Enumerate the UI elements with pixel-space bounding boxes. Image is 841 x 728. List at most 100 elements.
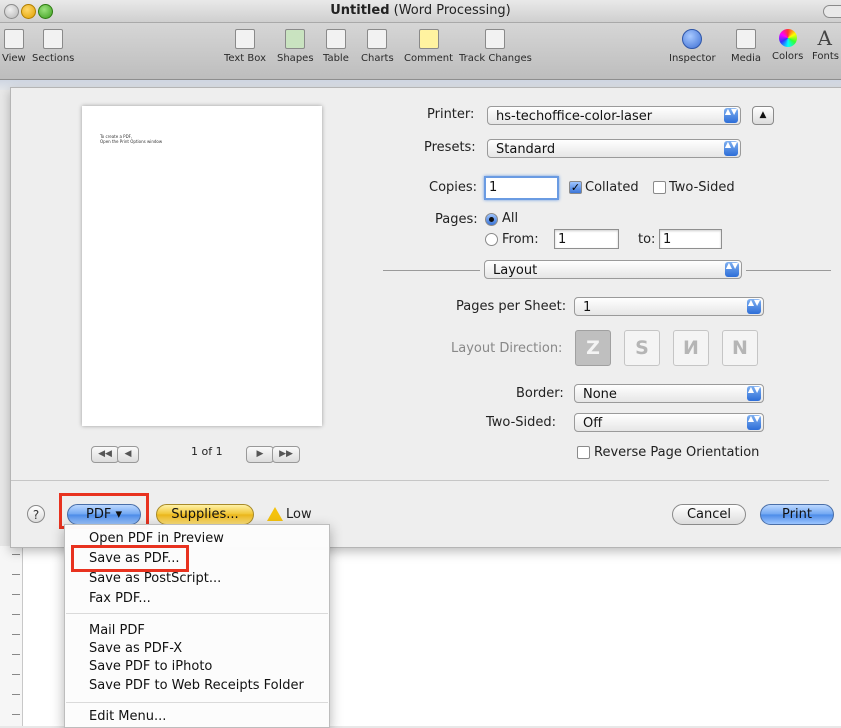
section-divider-right bbox=[746, 270, 831, 271]
copies-label: Copies: bbox=[429, 180, 478, 195]
low-supply-label: Low bbox=[286, 507, 312, 522]
collated-checkbox[interactable]: ✓ bbox=[569, 181, 582, 194]
toolbar-fonts-label: Fonts bbox=[812, 51, 839, 62]
layout-direction-n-icon[interactable]: N bbox=[722, 330, 758, 366]
pages-from-label: From: bbox=[502, 232, 539, 247]
presets-label: Presets: bbox=[424, 140, 476, 155]
layout-direction-s-icon[interactable]: S bbox=[624, 330, 660, 366]
presets-popup[interactable]: Standard ▲▼ bbox=[487, 139, 741, 158]
pages-to-label: to: bbox=[638, 232, 656, 247]
toolbar-sections[interactable]: Sections bbox=[32, 29, 74, 64]
colors-icon bbox=[778, 29, 797, 47]
ruler-tick bbox=[12, 614, 20, 615]
ruler-tick bbox=[12, 694, 20, 695]
media-icon bbox=[736, 29, 757, 49]
previous-page-button[interactable]: ◀ bbox=[117, 446, 139, 463]
last-page-button[interactable]: ▶▶ bbox=[272, 446, 300, 463]
ruler-tick bbox=[12, 714, 20, 715]
section-value: Layout bbox=[493, 263, 538, 278]
toolbar-charts[interactable]: Charts bbox=[361, 29, 394, 64]
preview-text: To create a PDF, Open the Print Options … bbox=[100, 134, 162, 144]
pages-all-label: All bbox=[502, 211, 519, 226]
menu-item-save-pdf-to-iphoto[interactable]: Save PDF to iPhoto bbox=[89, 659, 212, 674]
toolbar-table-label: Table bbox=[323, 53, 349, 64]
ruler-tick bbox=[12, 574, 20, 575]
menu-item-fax-pdf[interactable]: Fax PDF... bbox=[89, 591, 151, 606]
menu-item-save-pdf-to-web-receipts[interactable]: Save PDF to Web Receipts Folder bbox=[89, 678, 304, 693]
reverse-orientation-checkbox[interactable] bbox=[577, 446, 590, 459]
pages-per-sheet-popup[interactable]: 1 ▲▼ bbox=[574, 297, 764, 316]
toolbar-track-changes-label: Track Changes bbox=[459, 53, 532, 64]
track-changes-icon bbox=[485, 29, 506, 49]
reverse-orientation-label: Reverse Page Orientation bbox=[594, 445, 760, 460]
popup-arrows-icon: ▲▼ bbox=[747, 299, 761, 314]
two-sided-label: Two-Sided bbox=[669, 180, 735, 195]
menu-item-edit-menu[interactable]: Edit Menu... bbox=[89, 709, 166, 724]
charts-icon bbox=[367, 29, 388, 49]
first-page-button[interactable]: ◀◀ bbox=[91, 446, 119, 463]
supplies-button[interactable]: Supplies... bbox=[156, 504, 254, 525]
ruler-tick bbox=[12, 594, 20, 595]
pages-from-radio[interactable] bbox=[485, 233, 498, 246]
warning-icon bbox=[267, 507, 283, 521]
two-sided-popup[interactable]: Off ▲▼ bbox=[574, 413, 764, 432]
save-as-pdf-highlight bbox=[71, 545, 189, 572]
collapse-details-button[interactable]: ▲ bbox=[752, 106, 774, 125]
border-value: None bbox=[583, 387, 617, 402]
pages-from-field[interactable]: 1 bbox=[554, 229, 619, 249]
border-popup[interactable]: None ▲▼ bbox=[574, 384, 764, 403]
popup-arrows-icon: ▲▼ bbox=[724, 141, 738, 156]
help-button[interactable]: ? bbox=[27, 505, 45, 523]
two-sided-checkbox[interactable] bbox=[653, 181, 666, 194]
collated-label: Collated bbox=[585, 180, 639, 195]
ruler-tick bbox=[12, 634, 20, 635]
pages-per-sheet-label: Pages per Sheet: bbox=[456, 299, 567, 314]
pages-to-field[interactable]: 1 bbox=[659, 229, 722, 249]
next-page-button[interactable]: ▶ bbox=[246, 446, 274, 463]
copies-field[interactable]: 1 bbox=[484, 176, 559, 200]
cancel-button[interactable]: Cancel bbox=[672, 504, 746, 525]
toolbar-text-box-label: Text Box bbox=[224, 53, 266, 64]
toolbar-table[interactable]: Table bbox=[323, 29, 349, 64]
printer-popup[interactable]: hs-techoffice-color-laser ▲▼ bbox=[487, 106, 741, 125]
popup-arrows-icon: ▲▼ bbox=[724, 108, 738, 123]
popup-arrows-icon: ▲▼ bbox=[725, 262, 739, 277]
section-popup[interactable]: Layout ▲▼ bbox=[484, 260, 742, 279]
menu-separator bbox=[66, 702, 328, 703]
popup-arrows-icon: ▲▼ bbox=[747, 386, 761, 401]
toolbar-colors-label: Colors bbox=[772, 51, 804, 62]
preview-line-2: Open the Print Options window bbox=[100, 139, 163, 144]
inspector-icon bbox=[682, 29, 703, 49]
sections-icon bbox=[43, 29, 64, 49]
layout-direction-n-reverse-icon[interactable]: И bbox=[673, 330, 709, 366]
menu-item-save-as-pdf-x[interactable]: Save as PDF-X bbox=[89, 641, 182, 656]
pages-label: Pages: bbox=[435, 212, 478, 227]
comment-icon bbox=[418, 29, 439, 49]
menu-item-open-pdf-in-preview[interactable]: Open PDF in Preview bbox=[89, 531, 224, 546]
menu-item-mail-pdf[interactable]: Mail PDF bbox=[89, 623, 145, 638]
ruler-tick bbox=[12, 554, 20, 555]
vertical-ruler bbox=[0, 546, 23, 726]
toolbar-track-changes[interactable]: Track Changes bbox=[459, 29, 532, 64]
toolbar-comment[interactable]: Comment bbox=[404, 29, 453, 64]
toolbar-colors[interactable]: Colors bbox=[772, 29, 803, 62]
toolbar-media[interactable]: Media bbox=[731, 29, 761, 64]
popup-arrows-icon: ▲▼ bbox=[747, 415, 761, 430]
print-button[interactable]: Print bbox=[760, 504, 834, 525]
toolbar-sections-label: Sections bbox=[32, 53, 75, 64]
pages-all-radio[interactable] bbox=[485, 213, 498, 226]
pdf-dropdown-menu: Open PDF in Preview Save as PDF... Save … bbox=[64, 524, 330, 728]
section-divider-left bbox=[383, 270, 480, 271]
border-label: Border: bbox=[516, 386, 564, 401]
toolbar-text-box[interactable]: Text Box bbox=[224, 29, 266, 64]
toolbar-fonts[interactable]: A Fonts bbox=[812, 29, 841, 62]
toolbar-toggle-button[interactable] bbox=[823, 5, 841, 18]
menu-item-save-as-postscript[interactable]: Save as PostScript... bbox=[89, 571, 221, 586]
table-icon bbox=[325, 29, 346, 49]
toolbar-shapes[interactable]: Shapes bbox=[277, 29, 314, 64]
fonts-icon: A bbox=[817, 29, 832, 50]
toolbar-inspector[interactable]: Inspector bbox=[669, 29, 716, 64]
layout-direction-z-icon[interactable]: Z bbox=[575, 330, 611, 366]
toolbar-charts-label: Charts bbox=[361, 53, 394, 64]
toolbar-view[interactable]: View bbox=[2, 29, 26, 64]
